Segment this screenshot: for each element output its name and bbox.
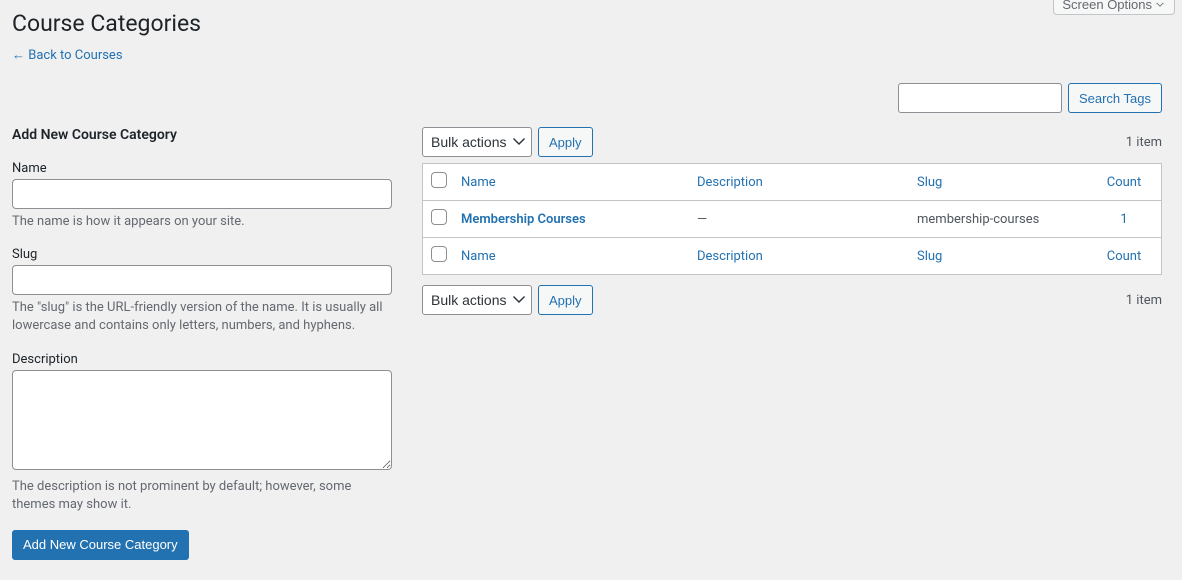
bulk-actions-select-bottom[interactable]: Bulk actions xyxy=(422,285,532,315)
row-count-link[interactable]: 1 xyxy=(1120,212,1127,227)
row-checkbox[interactable] xyxy=(431,209,447,225)
description-label: Description xyxy=(12,352,392,367)
name-input[interactable] xyxy=(12,179,392,209)
form-heading: Add New Course Category xyxy=(12,127,392,143)
item-count-top: 1 item xyxy=(1126,135,1162,150)
back-to-courses-link[interactable]: ← Back to Courses xyxy=(12,47,123,63)
search-tags-button[interactable]: Search Tags xyxy=(1068,83,1162,113)
col-count-footer[interactable]: Count xyxy=(1107,249,1141,264)
add-category-button[interactable]: Add New Course Category xyxy=(12,530,189,560)
col-slug-header[interactable]: Slug xyxy=(917,175,942,190)
chevron-down-icon xyxy=(1154,0,1166,11)
slug-help: The "slug" is the URL-friendly version o… xyxy=(12,299,392,335)
bulk-actions-select-top[interactable]: Bulk actions xyxy=(422,127,532,157)
row-name-link[interactable]: Membership Courses xyxy=(461,212,586,227)
col-slug-footer[interactable]: Slug xyxy=(917,249,942,264)
row-slug: membership-courses xyxy=(907,201,1087,237)
slug-label: Slug xyxy=(12,247,392,262)
col-description-footer[interactable]: Description xyxy=(697,249,763,264)
col-count-header[interactable]: Count xyxy=(1107,175,1141,190)
screen-options-label: Screen Options xyxy=(1062,0,1152,12)
row-description: — xyxy=(687,201,907,237)
select-all-bottom[interactable] xyxy=(431,246,447,262)
search-input[interactable] xyxy=(898,83,1062,113)
apply-button-top[interactable]: Apply xyxy=(538,127,593,157)
name-label: Name xyxy=(12,161,392,176)
screen-options-button[interactable]: Screen Options xyxy=(1053,0,1175,15)
col-name-footer[interactable]: Name xyxy=(461,249,496,264)
col-description-header[interactable]: Description xyxy=(697,175,763,190)
col-name-header[interactable]: Name xyxy=(461,175,496,190)
description-help: The description is not prominent by defa… xyxy=(12,478,392,514)
categories-table: Name Description Slug Count Membership C… xyxy=(422,163,1162,275)
item-count-bottom: 1 item xyxy=(1126,293,1162,308)
page-title: Course Categories xyxy=(12,10,1162,47)
select-all-top[interactable] xyxy=(431,172,447,188)
slug-input[interactable] xyxy=(12,265,392,295)
apply-button-bottom[interactable]: Apply xyxy=(538,285,593,315)
description-textarea[interactable] xyxy=(12,370,392,470)
name-help: The name is how it appears on your site. xyxy=(12,213,392,231)
table-row: Membership Courses — membership-courses … xyxy=(423,201,1161,237)
